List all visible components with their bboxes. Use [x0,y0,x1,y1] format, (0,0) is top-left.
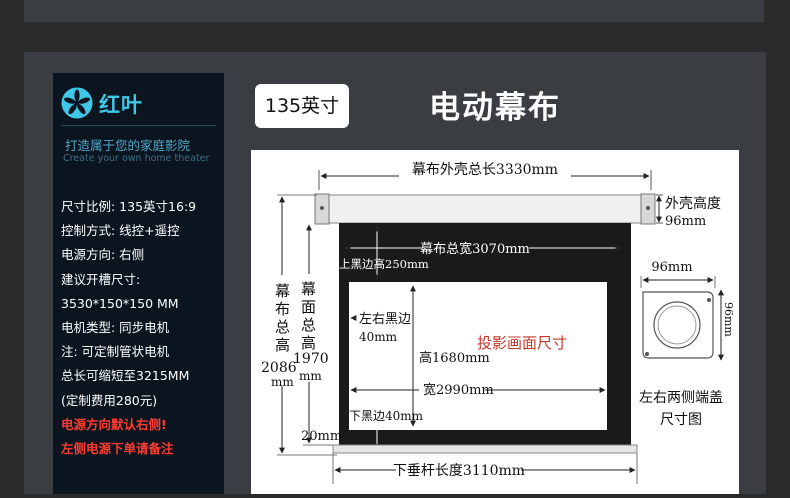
dimension-diagram: 幕布外壳总长3330mm 外壳高度 96mm 幕布总宽3070mm 上黑边高25… [251,150,739,494]
image-height-label: 高1680mm [419,350,490,366]
spec-line: 注: 可定制管状电机 [61,344,170,360]
endcap-drawing [642,291,714,359]
dimension-drawing: 幕布外壳总长3330mm 外壳高度 96mm 幕布总宽3070mm 上黑边高25… [261,161,735,484]
svg-text:幕: 幕 [275,282,290,300]
endcap-width-label: 96mm [651,260,692,275]
svg-text:mm: mm [299,369,322,383]
spec-line: 3530*150*150 MM [61,295,179,311]
top-border-label: 上黑边高250mm [339,257,429,271]
housing-length-label: 幕布外壳总长3330mm [412,161,558,178]
svg-text:高: 高 [275,336,290,354]
svg-text:总: 总 [301,316,316,334]
spec-sidebar: 红叶 打造属于您的家庭影院 Create your own home theat… [53,73,224,494]
spec-line: 控制方式: 线控+遥控 [61,223,180,239]
housing-height-value: 96mm [665,214,706,229]
side-border-value: 40mm [359,330,398,344]
svg-text:幕: 幕 [301,280,316,298]
spec-line: (定制费用280元) [61,392,158,408]
spec-line: 电源方向: 右侧 [61,247,145,263]
bottom-gap-label: 20mm [301,429,342,444]
projection-area-label: 投影画面尺寸 [477,334,567,352]
spec-line: 电源方向默认右侧! [61,416,167,432]
spec-line: 左侧电源下单请备注 [61,440,174,456]
svg-text:总: 总 [275,318,290,336]
total-height-label: 幕 布 总 高 2086 mm [261,282,297,389]
bottom-bar-length-label: 下垂杆长度3110mm [393,463,525,479]
housing-height-label: 外壳高度 [665,195,721,212]
spec-line: 总长可缩短至3215MM [61,368,190,384]
screen-total-width-label: 幕布总宽3070mm [420,241,530,257]
spec-line: 建议开槽尺寸: [61,271,141,287]
brand-divider [61,125,216,126]
brand-slogan-en: Create your own home theater [63,153,210,164]
spec-line: 电机类型: 同步电机 [61,319,170,335]
endcap-caption-line1: 左右两侧端盖 [639,390,723,406]
spec-list: 尺寸比例: 135英寸16:9 控制方式: 线控+遥控 电源方向: 右侧 建议开槽尺寸… [61,195,224,461]
endcap-height-label: 96mm [722,302,735,337]
svg-text:布: 布 [275,300,290,318]
image-width-label: 宽2990mm [423,382,494,398]
svg-text:mm: mm [271,375,294,389]
svg-text:2086: 2086 [261,360,297,376]
spec-line: 尺寸比例: 135英寸16:9 [61,199,197,214]
endcap-caption-line2: 尺寸图 [660,412,702,428]
size-badge: 135英寸 [255,84,349,128]
bottom-bar [332,444,638,454]
svg-text:高: 高 [301,334,316,352]
screen-housing [318,194,652,224]
side-border-label: 左右黑边 [359,312,411,327]
svg-text:面: 面 [301,298,316,316]
screen-height-label: 幕 面 总 高 1970 mm [293,280,329,383]
leaf-logo-icon [61,87,93,119]
brand-slogan-cn: 打造属于您的家庭影院 [65,138,191,153]
svg-text:1970: 1970 [293,351,329,367]
bottom-border-label: 下黑边40mm [349,409,424,423]
top-strip [24,0,764,22]
brand-name: 红叶 [99,93,143,117]
page-title: 电动幕布 [429,90,561,126]
